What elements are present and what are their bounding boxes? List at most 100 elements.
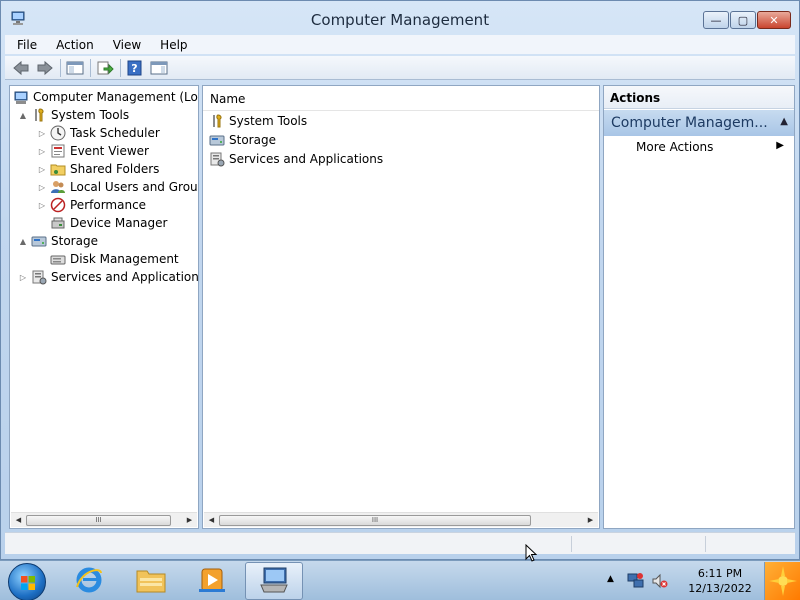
actions-section-label: Computer Managem... (611, 115, 768, 131)
menu-file[interactable]: File (5, 38, 44, 52)
maximize-button[interactable]: ▢ (730, 11, 756, 29)
tree-item-label: System Tools (51, 108, 130, 122)
collapse-icon[interactable]: ▲ (18, 111, 28, 120)
toolbar-separator (90, 58, 91, 77)
tree-item-performance[interactable]: ▷ Performance (37, 196, 146, 214)
tools-icon (209, 113, 225, 129)
disk-icon (50, 251, 66, 267)
computer-management-icon (258, 565, 290, 598)
scrollbar-thumb[interactable]: III (26, 514, 171, 526)
taskbar-computer-management[interactable] (245, 562, 303, 600)
menu-bar: File Action View Help (5, 35, 795, 54)
console-tree-pane[interactable]: Computer Management (Local ▲ System Tool… (9, 85, 199, 529)
column-header-name[interactable]: Name (203, 86, 599, 111)
help-icon[interactable]: ? (125, 58, 145, 78)
actions-section-computer-management[interactable]: Computer Managem... ▲ (604, 110, 794, 136)
shared-folder-icon (50, 161, 66, 177)
export-list-icon[interactable] (95, 58, 115, 78)
tree-root[interactable]: Computer Management (Local (13, 88, 199, 106)
expand-icon[interactable]: ▷ (18, 273, 28, 282)
expand-icon[interactable]: ▷ (37, 201, 47, 210)
tree-item-label: Disk Management (70, 252, 179, 266)
tree-item-label: Performance (70, 198, 147, 212)
tree-item-disk-management[interactable]: Disk Management (37, 250, 179, 268)
scroll-left-icon[interactable]: ◀ (11, 516, 26, 524)
tree-item-storage[interactable]: ▲ Storage (18, 232, 98, 250)
clock-icon (50, 125, 66, 141)
menu-action[interactable]: Action (44, 38, 101, 52)
results-pane[interactable]: Name System Tools Storage Services and A… (202, 85, 600, 529)
tree-item-local-users-and-groups[interactable]: ▷ Local Users and Groups (37, 178, 199, 196)
actions-pane: Actions Computer Managem... ▲ More Actio… (603, 85, 795, 529)
list-item-label: Services and Applications (229, 152, 384, 166)
show-hidden-icons-button[interactable]: ▲ (607, 574, 614, 584)
performance-icon (50, 197, 66, 213)
volume-muted-icon[interactable] (651, 572, 669, 593)
clock-time: 6:11 PM (697, 567, 743, 580)
tree-item-task-scheduler[interactable]: ▷ Task Scheduler (37, 124, 160, 142)
forward-icon[interactable] (35, 58, 55, 78)
actions-header: Actions (604, 86, 794, 109)
clock[interactable]: 6:11 PM 12/13/2022 (686, 566, 754, 596)
tree-item-label: Local Users and Groups (70, 180, 199, 194)
expand-icon[interactable]: ▷ (37, 165, 47, 174)
submenu-arrow-icon[interactable]: ▶ (776, 140, 784, 151)
expand-icon[interactable]: ▷ (37, 183, 47, 192)
tools-icon (31, 107, 47, 123)
tree-item-label: Shared Folders (70, 162, 160, 176)
toolbar-separator (60, 58, 61, 77)
scroll-right-icon[interactable]: ▶ (583, 516, 598, 524)
storage-icon (209, 132, 225, 148)
expand-icon[interactable]: ▷ (37, 147, 47, 156)
computer-management-icon (13, 89, 29, 105)
svg-text:?: ? (131, 62, 137, 75)
tree-root-label: Computer Management (Local (33, 90, 199, 104)
back-icon[interactable] (11, 58, 31, 78)
list-item-services-and-applications[interactable]: Services and Applications (209, 150, 383, 168)
minimize-button[interactable]: — (703, 11, 729, 29)
taskbar-internet-explorer[interactable] (60, 562, 118, 600)
tree-item-services-and-applications[interactable]: ▷ Services and Applications (18, 268, 198, 286)
tree-horizontal-scrollbar[interactable]: ◀ III ▶ (11, 512, 197, 527)
clock-date: 12/13/2022 (688, 582, 752, 595)
scroll-left-icon[interactable]: ◀ (204, 516, 219, 524)
network-icon[interactable] (627, 572, 645, 593)
device-manager-icon (50, 215, 66, 231)
scrollbar-thumb[interactable]: III (219, 514, 531, 526)
start-button[interactable] (8, 563, 46, 600)
list-item-label: System Tools (229, 114, 308, 128)
tree-item-system-tools[interactable]: ▲ System Tools (18, 106, 129, 124)
computer-management-window: Computer Management — ▢ ✕ File Action Vi… (0, 0, 800, 560)
scroll-right-icon[interactable]: ▶ (182, 516, 197, 524)
collapse-section-icon[interactable]: ▲ (780, 116, 788, 127)
show-hide-action-pane-icon[interactable] (149, 58, 169, 78)
mouse-cursor-icon (525, 543, 538, 562)
folder-icon (135, 565, 167, 598)
show-hide-console-tree-icon[interactable] (65, 58, 85, 78)
services-icon (31, 269, 47, 285)
collapse-icon[interactable]: ▲ (18, 237, 28, 246)
show-desktop-button[interactable] (764, 562, 800, 600)
expand-icon[interactable]: ▷ (37, 129, 47, 138)
list-item-storage[interactable]: Storage (209, 131, 276, 149)
results-horizontal-scrollbar[interactable]: ◀ III ▶ (204, 512, 598, 527)
taskbar-media-player[interactable] (183, 562, 241, 600)
close-button[interactable]: ✕ (757, 11, 791, 29)
storage-icon (31, 233, 47, 249)
more-actions-item[interactable]: More Actions (636, 140, 713, 154)
title-bar[interactable]: Computer Management — ▢ ✕ (1, 1, 799, 35)
users-icon (50, 179, 66, 195)
services-icon (209, 151, 225, 167)
tree-item-label: Device Manager (70, 216, 168, 230)
status-divider (705, 536, 706, 552)
menu-view[interactable]: View (101, 38, 148, 52)
status-divider (571, 536, 572, 552)
list-item-label: Storage (229, 133, 276, 147)
tree-item-shared-folders[interactable]: ▷ Shared Folders (37, 160, 159, 178)
menu-help[interactable]: Help (148, 38, 194, 52)
taskbar-file-explorer[interactable] (122, 562, 180, 600)
tree-item-device-manager[interactable]: Device Manager (37, 214, 167, 232)
tree-item-event-viewer[interactable]: ▷ Event Viewer (37, 142, 149, 160)
status-bar (5, 532, 795, 554)
list-item-system-tools[interactable]: System Tools (209, 112, 307, 130)
